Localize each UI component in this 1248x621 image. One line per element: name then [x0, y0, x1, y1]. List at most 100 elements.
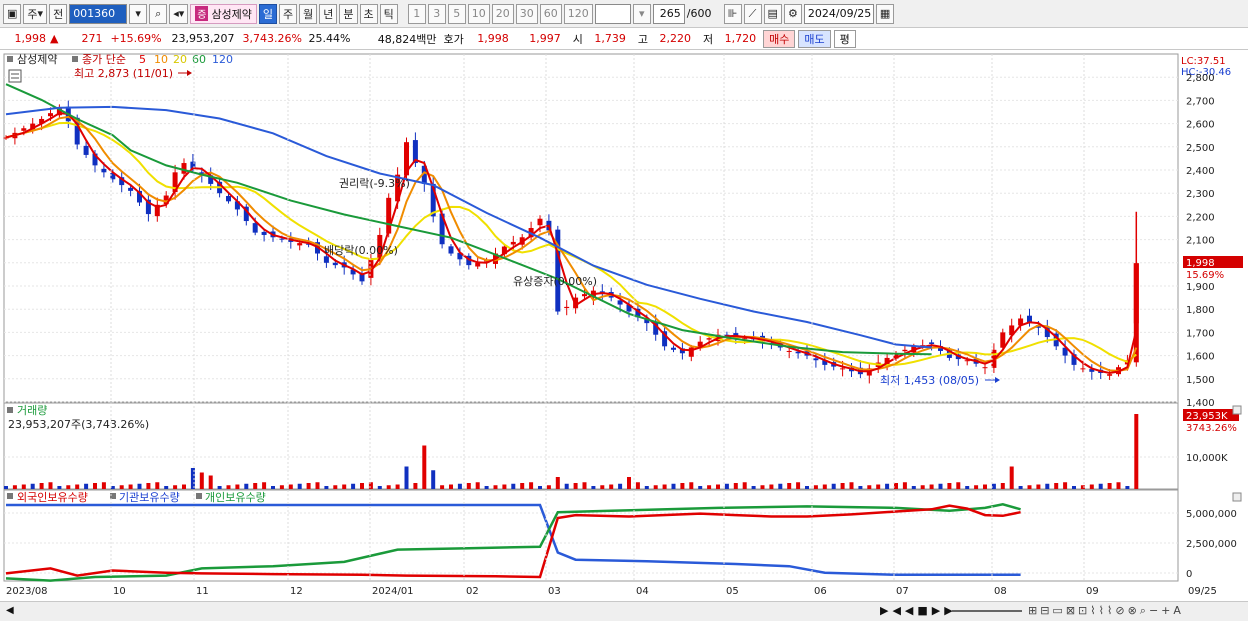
volume-bar — [947, 483, 952, 489]
last-candle-body — [1133, 263, 1139, 324]
playback-controls[interactable]: ▶◀◀■▶▶ — [880, 604, 957, 617]
volume-bar — [831, 483, 836, 489]
panel-menu-icon[interactable] — [72, 56, 78, 62]
candle-type-icon[interactable]: ⊪ — [723, 3, 742, 24]
volume-bar — [164, 486, 169, 489]
x-axis-label: 2024/01 — [372, 586, 414, 597]
gear-icon[interactable]: ⚙ — [783, 3, 802, 24]
count-input[interactable]: 265 — [652, 3, 685, 24]
speaker-icon[interactable]: ◂▾ — [169, 3, 189, 24]
price-y-tick: 2,200 — [1186, 212, 1215, 223]
zoom-slider[interactable] — [952, 610, 1022, 612]
volume-bar — [431, 470, 436, 489]
candle-body — [537, 218, 543, 226]
buy-button[interactable]: 매수 — [763, 29, 796, 48]
volume-bar — [644, 486, 649, 489]
save-icon[interactable]: ▤ — [763, 3, 782, 24]
volume-bar — [1045, 483, 1050, 489]
candle-body — [83, 145, 89, 155]
period-button-month[interactable]: 월 — [299, 3, 318, 24]
chevron-down-icon: ▾ — [37, 7, 44, 20]
volume-bar — [805, 486, 809, 489]
x-axis-label: 08 — [994, 586, 1007, 597]
window-icon[interactable]: ▣ — [3, 3, 22, 24]
count-total: /600 — [686, 7, 712, 20]
stock-chart[interactable]: 삼성제약 종가 단순 5 10 20 60 120 최고 2,873 (11/0… — [0, 50, 1248, 601]
panel-menu-icon[interactable] — [7, 493, 13, 499]
price-y-tick: 1,600 — [1186, 352, 1215, 363]
open-label: 시 — [572, 32, 583, 46]
period-button-tick[interactable]: 틱 — [379, 3, 398, 24]
volume-bar — [1072, 486, 1076, 489]
price-y-axis: 2,800 2,700 2,600 2,500 2,400 2,300 2,200 2,100… — [1186, 73, 1215, 409]
x-axis-label: 04 — [636, 586, 649, 597]
candle-body — [582, 294, 587, 297]
date-input[interactable]: 2024/09/25 — [803, 3, 874, 24]
stock-name-box[interactable]: 증 삼성제약 — [190, 3, 257, 24]
close-icon[interactable] — [1232, 492, 1242, 502]
price-y-tick: 1,500 — [1186, 375, 1215, 386]
volume-bar — [253, 483, 258, 489]
volume-bar — [564, 483, 569, 489]
lc-label: LC:37.51 — [1181, 56, 1226, 67]
candle-body — [1107, 374, 1113, 376]
volume-bar — [449, 484, 453, 489]
interval-button-3[interactable]: 3 — [427, 3, 446, 24]
quote-volume: 23,953,207 — [171, 32, 235, 45]
volume-bar — [4, 486, 8, 489]
period-button-minute[interactable]: 분 — [339, 3, 358, 24]
interval-button-10[interactable]: 10 — [467, 3, 490, 24]
eval-button[interactable]: 평 — [833, 29, 856, 48]
sell-button[interactable]: 매도 — [798, 29, 831, 48]
volume-bar — [235, 484, 240, 489]
volume-bar — [128, 484, 133, 489]
candle-body — [929, 342, 935, 344]
panel-menu-icon[interactable] — [7, 407, 13, 413]
legend-individual: 개인보유수량 — [205, 491, 266, 504]
price-y-tick: 1,700 — [1186, 328, 1215, 339]
market-select[interactable]: 주 ▾ — [23, 3, 48, 24]
search-icon[interactable]: ⌕ — [149, 3, 168, 24]
price-y-tick: 2,300 — [1186, 189, 1215, 200]
period-button-day[interactable]: 일 — [258, 3, 278, 24]
stock-code-input[interactable]: 001360 — [69, 3, 128, 24]
panel-menu-icon[interactable] — [7, 56, 13, 62]
interval-button-60[interactable]: 60 — [539, 3, 562, 24]
volume-bar — [778, 483, 783, 489]
volume-bar — [609, 484, 614, 489]
interval-button-20[interactable]: 20 — [491, 3, 514, 24]
interval-dropdown[interactable]: ▾ — [632, 3, 651, 24]
volume-bar — [271, 486, 275, 489]
scroll-bar[interactable]: ◀ ▶◀◀■▶▶ ⊞⊟▭⊠⊡⌇⌇⌇⊘⊗⌕−+A — [0, 601, 1248, 621]
draw-tool-icon[interactable]: ⟋ — [743, 3, 762, 24]
panel-menu-icon[interactable] — [196, 493, 202, 499]
chart-tools[interactable]: ⊞⊟▭⊠⊡⌇⌇⌇⊘⊗⌕−+A — [1028, 604, 1184, 618]
volume-bar — [12, 485, 17, 489]
legend-institution: 기관보유수량 — [119, 491, 180, 504]
interval-button-1[interactable]: 1 — [407, 3, 426, 24]
period-button-year[interactable]: 년 — [319, 3, 338, 24]
volume-bar — [885, 483, 890, 489]
interval-button-120[interactable]: 120 — [563, 3, 593, 24]
prev-button[interactable]: 전 — [49, 3, 68, 24]
close-icon[interactable] — [1232, 405, 1242, 415]
volume-bar — [1125, 486, 1130, 489]
interval-custom-input[interactable] — [594, 3, 631, 24]
volume-bar — [938, 483, 943, 489]
volume-bar — [600, 485, 605, 489]
period-button-week[interactable]: 주 — [279, 3, 298, 24]
candle-body — [1080, 368, 1086, 370]
hoga-bid: 1,997 — [529, 32, 561, 45]
volume-bar — [1116, 482, 1121, 489]
calculator-icon[interactable] — [8, 69, 22, 83]
calendar-icon[interactable]: ▦ — [875, 3, 895, 24]
volume-bar — [573, 483, 578, 489]
candle-body — [982, 367, 988, 369]
volume-bar — [119, 485, 124, 489]
volume-bar — [173, 485, 178, 489]
period-button-second[interactable]: 초 — [359, 3, 378, 24]
interval-button-30[interactable]: 30 — [515, 3, 538, 24]
scroll-left-icon[interactable]: ◀ — [6, 605, 14, 616]
code-dropdown-button[interactable]: ▾ — [129, 3, 148, 24]
interval-button-5[interactable]: 5 — [447, 3, 466, 24]
